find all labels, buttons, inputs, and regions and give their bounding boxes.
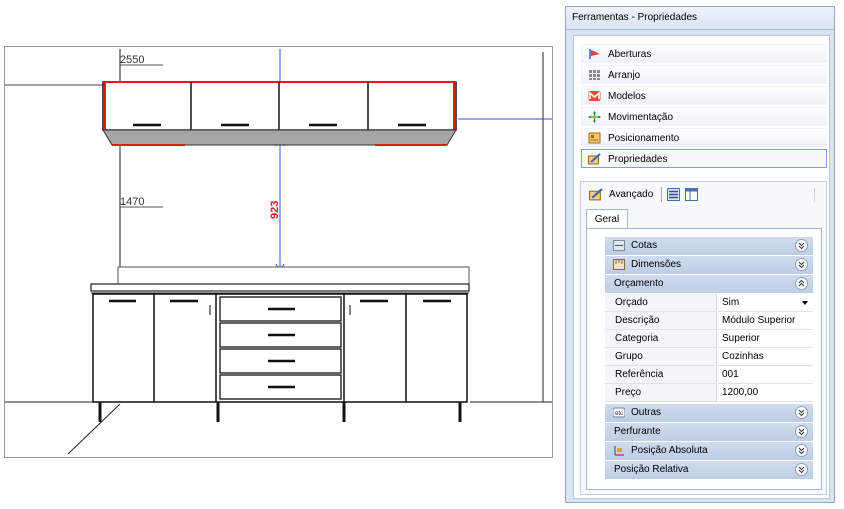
kitchen-elevation-drawing[interactable]: 2550 1470 923 (5, 47, 552, 457)
dropdown-arrow-icon[interactable] (802, 301, 808, 305)
property-key: Descrição (605, 312, 717, 330)
expand-chevron-icon[interactable] (795, 258, 808, 271)
countertop (90, 283, 470, 292)
properties-icon (589, 188, 603, 201)
category-label: Posição Relativa (614, 464, 689, 475)
property-value-dropdown[interactable]: Sim (718, 294, 813, 312)
dropdown-selected-value: Sim (722, 297, 740, 308)
toolbar-separator (661, 187, 662, 202)
floor-diagonal-line (67, 403, 121, 455)
grid-arrange-icon (589, 70, 600, 80)
tab-geral[interactable]: Geral (586, 209, 628, 229)
toolbar-end-divider (814, 188, 815, 202)
property-key: Referência (605, 366, 717, 384)
category-label: Posição Absoluta (631, 445, 708, 456)
position-icon (588, 132, 601, 144)
expand-chevron-icon[interactable] (795, 444, 808, 457)
property-row-grupo[interactable]: Grupo Cozinhas (605, 348, 813, 366)
property-value[interactable]: 1200,00 (718, 384, 813, 402)
nav-item-arranjo[interactable]: Arranjo (581, 65, 827, 84)
dimension-icon (613, 240, 625, 251)
svg-text:etc: etc (615, 411, 623, 417)
category-posicao-relativa[interactable]: Posição Relativa (605, 461, 813, 479)
axis-position-icon (614, 446, 624, 456)
advanced-label[interactable]: Avançado (609, 189, 653, 200)
expand-chevron-icon[interactable] (795, 239, 808, 252)
expand-chevron-icon[interactable] (795, 425, 808, 438)
tools-list-container: Aberturas Arranjo Modelos Movimentação P… (573, 35, 830, 499)
property-value[interactable]: Cozinhas (718, 348, 813, 366)
base-cabinets[interactable] (92, 293, 468, 422)
nav-item-modelos[interactable]: Modelos (581, 86, 827, 105)
advanced-toolbar: Avançado (581, 182, 826, 208)
property-pages-icon[interactable] (685, 188, 698, 201)
properties-icon (588, 153, 601, 165)
nav-item-propriedades[interactable]: Propriedades (581, 149, 827, 168)
category-dimensoes[interactable]: Dimensões (605, 256, 813, 274)
door-opening-icon (589, 49, 600, 59)
category-posicao-absoluta[interactable]: Posição Absoluta (605, 442, 813, 460)
property-grid: Cotas Dimensões Orçamento Orçado Sim Des… (586, 228, 822, 490)
property-row-preco[interactable]: Preço 1200,00 (605, 384, 813, 402)
drawing-viewport[interactable]: 2550 1470 923 (4, 46, 553, 458)
dim-label-gap: 923 (269, 201, 281, 219)
upper-cabinets[interactable] (102, 81, 457, 146)
property-row-orcado[interactable]: Orçado Sim (605, 294, 813, 312)
nav-item-label: Arranjo (608, 70, 641, 81)
property-key: Orçado (605, 294, 717, 312)
advanced-properties-panel: Avançado Geral Cotas Dimensões Orçamento… (580, 181, 827, 495)
models-icon (588, 91, 601, 101)
property-key: Preço (605, 384, 717, 402)
category-perfurante[interactable]: Perfurante (605, 423, 813, 441)
nav-item-label: Modelos (608, 91, 646, 102)
category-label: Outras (631, 407, 662, 418)
ruler-icon (613, 259, 625, 270)
property-value[interactable]: 001 (718, 366, 813, 384)
category-label: Cotas (631, 240, 658, 251)
backsplash-panel (117, 266, 470, 285)
property-row-descricao[interactable]: Descrição Módulo Superior (605, 312, 813, 330)
property-row-referencia[interactable]: Referência 001 (605, 366, 813, 384)
nav-item-posicionamento[interactable]: Posicionamento (581, 128, 827, 147)
categorized-view-icon[interactable] (667, 188, 680, 201)
expand-chevron-icon[interactable] (795, 463, 808, 476)
category-outras[interactable]: etc Outras (605, 404, 813, 422)
property-value[interactable]: Superior (718, 330, 813, 348)
panel-title: Ferramentas - Propriedades (566, 7, 834, 30)
nav-item-label: Propriedades (608, 154, 668, 165)
nav-item-label: Posicionamento (608, 133, 680, 144)
property-key: Grupo (605, 348, 717, 366)
dim-label-top: 2550 (120, 54, 144, 66)
nav-item-movimentacao[interactable]: Movimentação (581, 107, 827, 126)
property-value[interactable]: Módulo Superior (718, 312, 813, 330)
property-key: Categoria (605, 330, 717, 348)
expand-chevron-icon[interactable] (795, 406, 808, 419)
properties-tool-window: Ferramentas - Propriedades Aberturas Arr… (565, 6, 835, 503)
dim-label-mid: 1470 (120, 196, 144, 208)
category-cotas[interactable]: Cotas (605, 237, 813, 255)
nav-item-aberturas[interactable]: Aberturas (581, 44, 827, 63)
category-orcamento[interactable]: Orçamento (605, 275, 813, 293)
category-label: Perfurante (614, 426, 661, 437)
property-row-categoria[interactable]: Categoria Superior (605, 330, 813, 348)
collapse-chevron-icon[interactable] (795, 277, 808, 290)
category-label: Orçamento (614, 278, 664, 289)
nav-item-label: Aberturas (608, 49, 652, 60)
move-arrows-icon (588, 111, 601, 123)
nav-item-label: Movimentação (608, 112, 674, 123)
etc-icon: etc (613, 407, 625, 418)
category-label: Dimensões (631, 259, 682, 270)
